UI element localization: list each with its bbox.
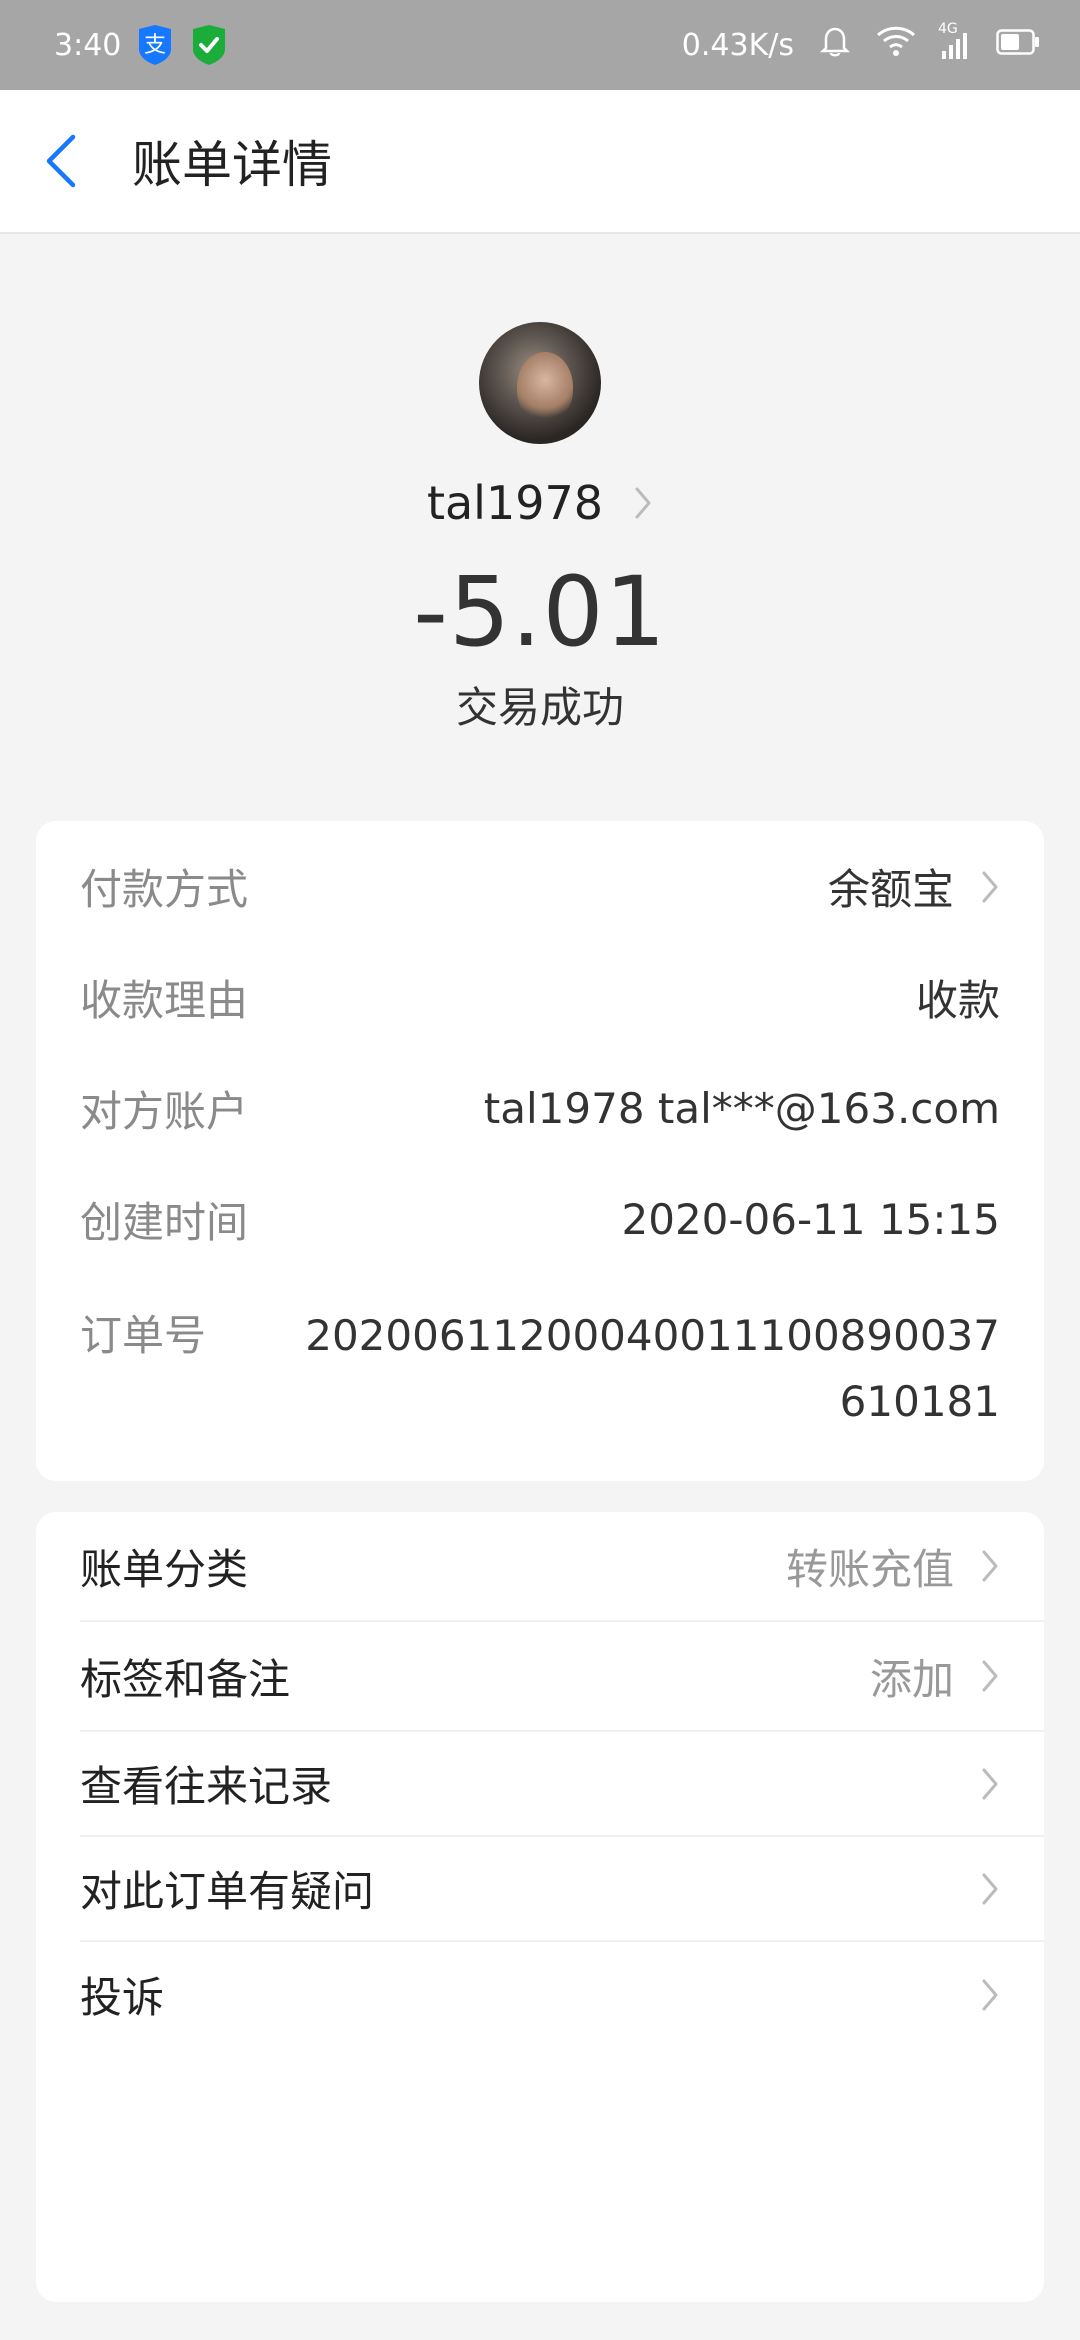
detail-value: tal1978 tal***@163.com: [483, 1084, 1000, 1133]
action-label: 投诉: [80, 1973, 165, 2022]
detail-row-reason: 收款理由 收款: [80, 942, 1000, 1053]
detail-label: 收款理由: [80, 976, 249, 1025]
detail-row-payment-method[interactable]: 付款方式 余额宝: [80, 831, 1000, 942]
detail-value: 余额宝: [828, 856, 1000, 917]
action-label: 账单分类: [80, 1544, 249, 1594]
action-hint: 转账充值: [785, 1544, 954, 1594]
detail-label: 付款方式: [80, 865, 249, 914]
order-number-value: 20200611200040011100890037610181: [305, 1311, 1000, 1426]
transaction-summary: tal1978 -5.01 交易成功: [0, 234, 1080, 794]
status-bar: 3:40 支 0.43K/s 4G: [0, 0, 1080, 90]
network-type: 4G: [938, 21, 958, 37]
transaction-amount: -5.01: [413, 556, 667, 668]
chevron-right-icon: [982, 871, 998, 902]
detail-row-account: 对方账户 tal1978 tal***@163.com: [80, 1053, 1000, 1164]
action-right: 转账充值: [786, 1536, 1000, 1597]
avatar[interactable]: [479, 322, 601, 444]
status-left: 3:40 支: [54, 23, 229, 67]
alipay-icon: 支: [135, 23, 175, 67]
chevron-right-icon: [982, 1550, 998, 1582]
actions-card: 账单分类 转账充值 标签和备注 添加 查看往来记录 对此订单有疑问 投诉: [36, 1512, 1044, 2302]
payment-method-value: 余额宝: [827, 865, 954, 914]
transaction-status: 交易成功: [455, 683, 624, 732]
action-label: 对此订单有疑问: [80, 1867, 375, 1916]
action-label: 标签和备注: [80, 1654, 291, 1704]
status-time: 3:40: [54, 27, 122, 63]
back-arrow-icon: [46, 134, 76, 188]
action-right: [980, 1977, 1000, 2013]
bell-icon: [818, 24, 852, 66]
detail-label: 创建时间: [80, 1198, 249, 1247]
action-bill-category[interactable]: 账单分类 转账充值: [80, 1512, 1044, 1622]
counterparty-name: tal1978: [426, 476, 604, 530]
details-card: 付款方式 余额宝 收款理由 收款 对方账户 tal1978 tal***@163…: [36, 821, 1044, 1481]
status-right: 0.43K/s 4G: [681, 21, 1040, 66]
page-title: 账单详情: [132, 136, 332, 194]
app-header: 账单详情: [0, 90, 1080, 234]
action-right: 添加: [870, 1646, 1000, 1707]
chevron-right-icon: [982, 1873, 998, 1904]
action-view-history[interactable]: 查看往来记录: [80, 1732, 1044, 1837]
net-speed: 0.43K/s: [681, 27, 794, 63]
battery-icon: [996, 28, 1040, 63]
back-button[interactable]: [0, 89, 120, 233]
action-label: 查看往来记录: [80, 1762, 333, 1811]
action-right: [980, 1766, 1000, 1802]
chevron-right-icon: [982, 1979, 998, 2010]
detail-label: 对方账户: [80, 1087, 249, 1136]
action-complaint[interactable]: 投诉: [80, 1942, 1044, 2047]
detail-label: 订单号: [80, 1311, 207, 1360]
action-hint: 添加: [869, 1654, 954, 1704]
chevron-right-icon: [635, 487, 651, 519]
action-right: [980, 1871, 1000, 1907]
wifi-icon: [876, 25, 916, 65]
detail-row-order-number: 订单号 20200611200040011100890037610181: [80, 1275, 1000, 1435]
svg-text:支: 支: [144, 33, 166, 58]
chevron-right-icon: [982, 1660, 998, 1692]
signal-icon: 4G: [938, 21, 972, 61]
detail-row-created-time: 创建时间 2020-06-11 15:15: [80, 1164, 1000, 1275]
action-tags-notes[interactable]: 标签和备注 添加: [80, 1622, 1044, 1732]
detail-value: 2020-06-11 15:15: [621, 1195, 1000, 1244]
detail-value: 收款: [915, 976, 1000, 1025]
counterparty-link[interactable]: tal1978: [427, 468, 653, 538]
shield-check-icon: [189, 23, 229, 67]
action-order-question[interactable]: 对此订单有疑问: [80, 1837, 1044, 1942]
chevron-right-icon: [982, 1768, 998, 1799]
